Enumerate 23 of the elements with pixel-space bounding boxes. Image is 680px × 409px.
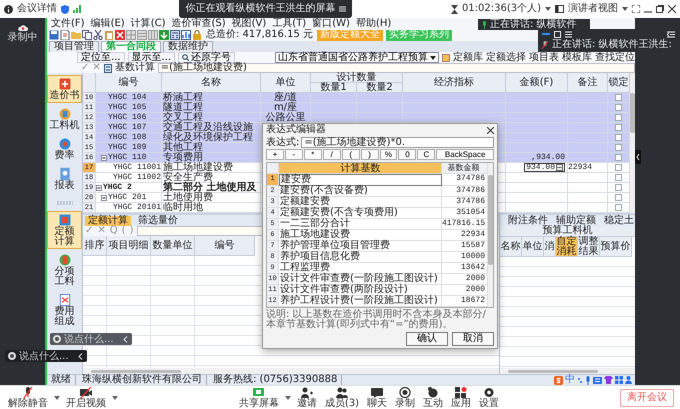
- recording-status: 录制中: [8, 33, 38, 43]
- row-code: YHGC 106: [108, 112, 146, 122]
- dialog-title: 表达式编辑器: [266, 125, 326, 135]
- row-code: YHGC 109: [108, 142, 146, 152]
- row-code: YHGC 104: [108, 92, 146, 102]
- formula-mode-label: 基数计算: [114, 63, 155, 73]
- row-code: YHGC 108: [108, 132, 146, 142]
- banner-text: 你正在观看纵横软件王洪生的屏幕: [185, 4, 336, 14]
- total-cost: 总造价: 417,816.15 元: [206, 30, 313, 40]
- note-text: 说明: 以上基数在造价书调用时不含本身及本部分/本章节基数计算(即列式中有“=”的费用)。: [266, 310, 487, 330]
- meeting-timer: 01:02:36(3个人): [462, 4, 542, 14]
- speaker-text: 正在讲话: 纵横软件: [490, 20, 577, 30]
- row-code: YHGC 2: [103, 182, 132, 192]
- row-code: YHGC 201: [108, 192, 146, 202]
- speaker-text: 正在讲话: 纵横软件王洪生:: [552, 40, 672, 50]
- row-code: YHGC 11002: [112, 172, 161, 182]
- row-name: 临时用地: [162, 203, 261, 213]
- row-code: YHGC 107: [108, 122, 146, 132]
- row-code: YHGC 20101: [112, 202, 161, 212]
- row-code: YHGC 110: [108, 152, 146, 162]
- group-header: 预算工料机: [542, 226, 592, 236]
- row-code: YHGC 105: [108, 102, 146, 112]
- row-code: YHGC 11001: [112, 162, 161, 172]
